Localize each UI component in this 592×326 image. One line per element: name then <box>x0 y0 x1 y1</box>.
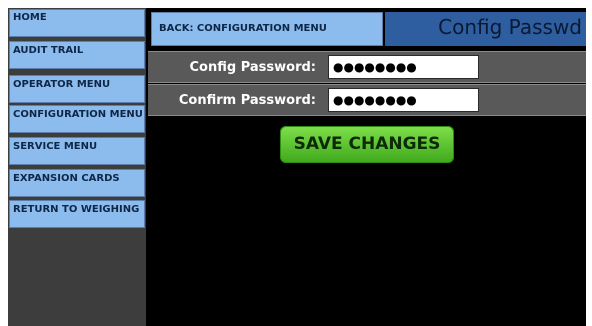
config-password-row: Config Password: ●●●●●●●● <box>148 51 586 83</box>
sidebar-item-label: RETURN TO WEIGHING <box>13 204 140 215</box>
sidebar-item-expansion-cards[interactable]: EXPANSION CARDS <box>9 169 145 197</box>
sidebar-item-label: HOME <box>13 12 47 23</box>
sidebar-item-service-menu[interactable]: SERVICE MENU <box>9 137 145 165</box>
sidebar-item-label: AUDIT TRAIL <box>13 45 84 56</box>
config-password-label: Config Password: <box>189 60 316 75</box>
confirm-password-row: Confirm Password: ●●●●●●●● <box>148 84 586 116</box>
sidebar-item-home[interactable]: HOME <box>9 9 145 37</box>
sidebar-item-operator-menu[interactable]: OPERATOR MENU <box>9 75 145 103</box>
sidebar-item-return-to-weighing[interactable]: RETURN TO WEIGHING <box>9 200 145 228</box>
sidebar-item-audit-trail[interactable]: AUDIT TRAIL <box>9 41 145 69</box>
save-changes-button[interactable]: SAVE CHANGES <box>280 126 454 163</box>
sidebar-item-label: CONFIGURATION MENU <box>13 109 143 120</box>
back-to-configuration-button[interactable]: BACK: CONFIGURATION MENU <box>151 12 383 46</box>
config-password-screen: HOME AUDIT TRAIL OPERATOR MENU CONFIGURA… <box>8 8 586 326</box>
config-password-input[interactable]: ●●●●●●●● <box>328 55 479 79</box>
page-title: Config Passwd <box>438 15 582 39</box>
sidebar: HOME AUDIT TRAIL OPERATOR MENU CONFIGURA… <box>8 8 146 326</box>
sidebar-item-label: EXPANSION CARDS <box>13 173 120 184</box>
confirm-password-input[interactable]: ●●●●●●●● <box>328 88 479 112</box>
title-bar: Config Passwd <box>385 12 586 46</box>
sidebar-item-configuration-menu[interactable]: CONFIGURATION MENU <box>9 105 145 133</box>
sidebar-item-label: OPERATOR MENU <box>13 79 111 90</box>
sidebar-item-label: SERVICE MENU <box>13 141 98 152</box>
confirm-password-label: Confirm Password: <box>178 93 316 108</box>
